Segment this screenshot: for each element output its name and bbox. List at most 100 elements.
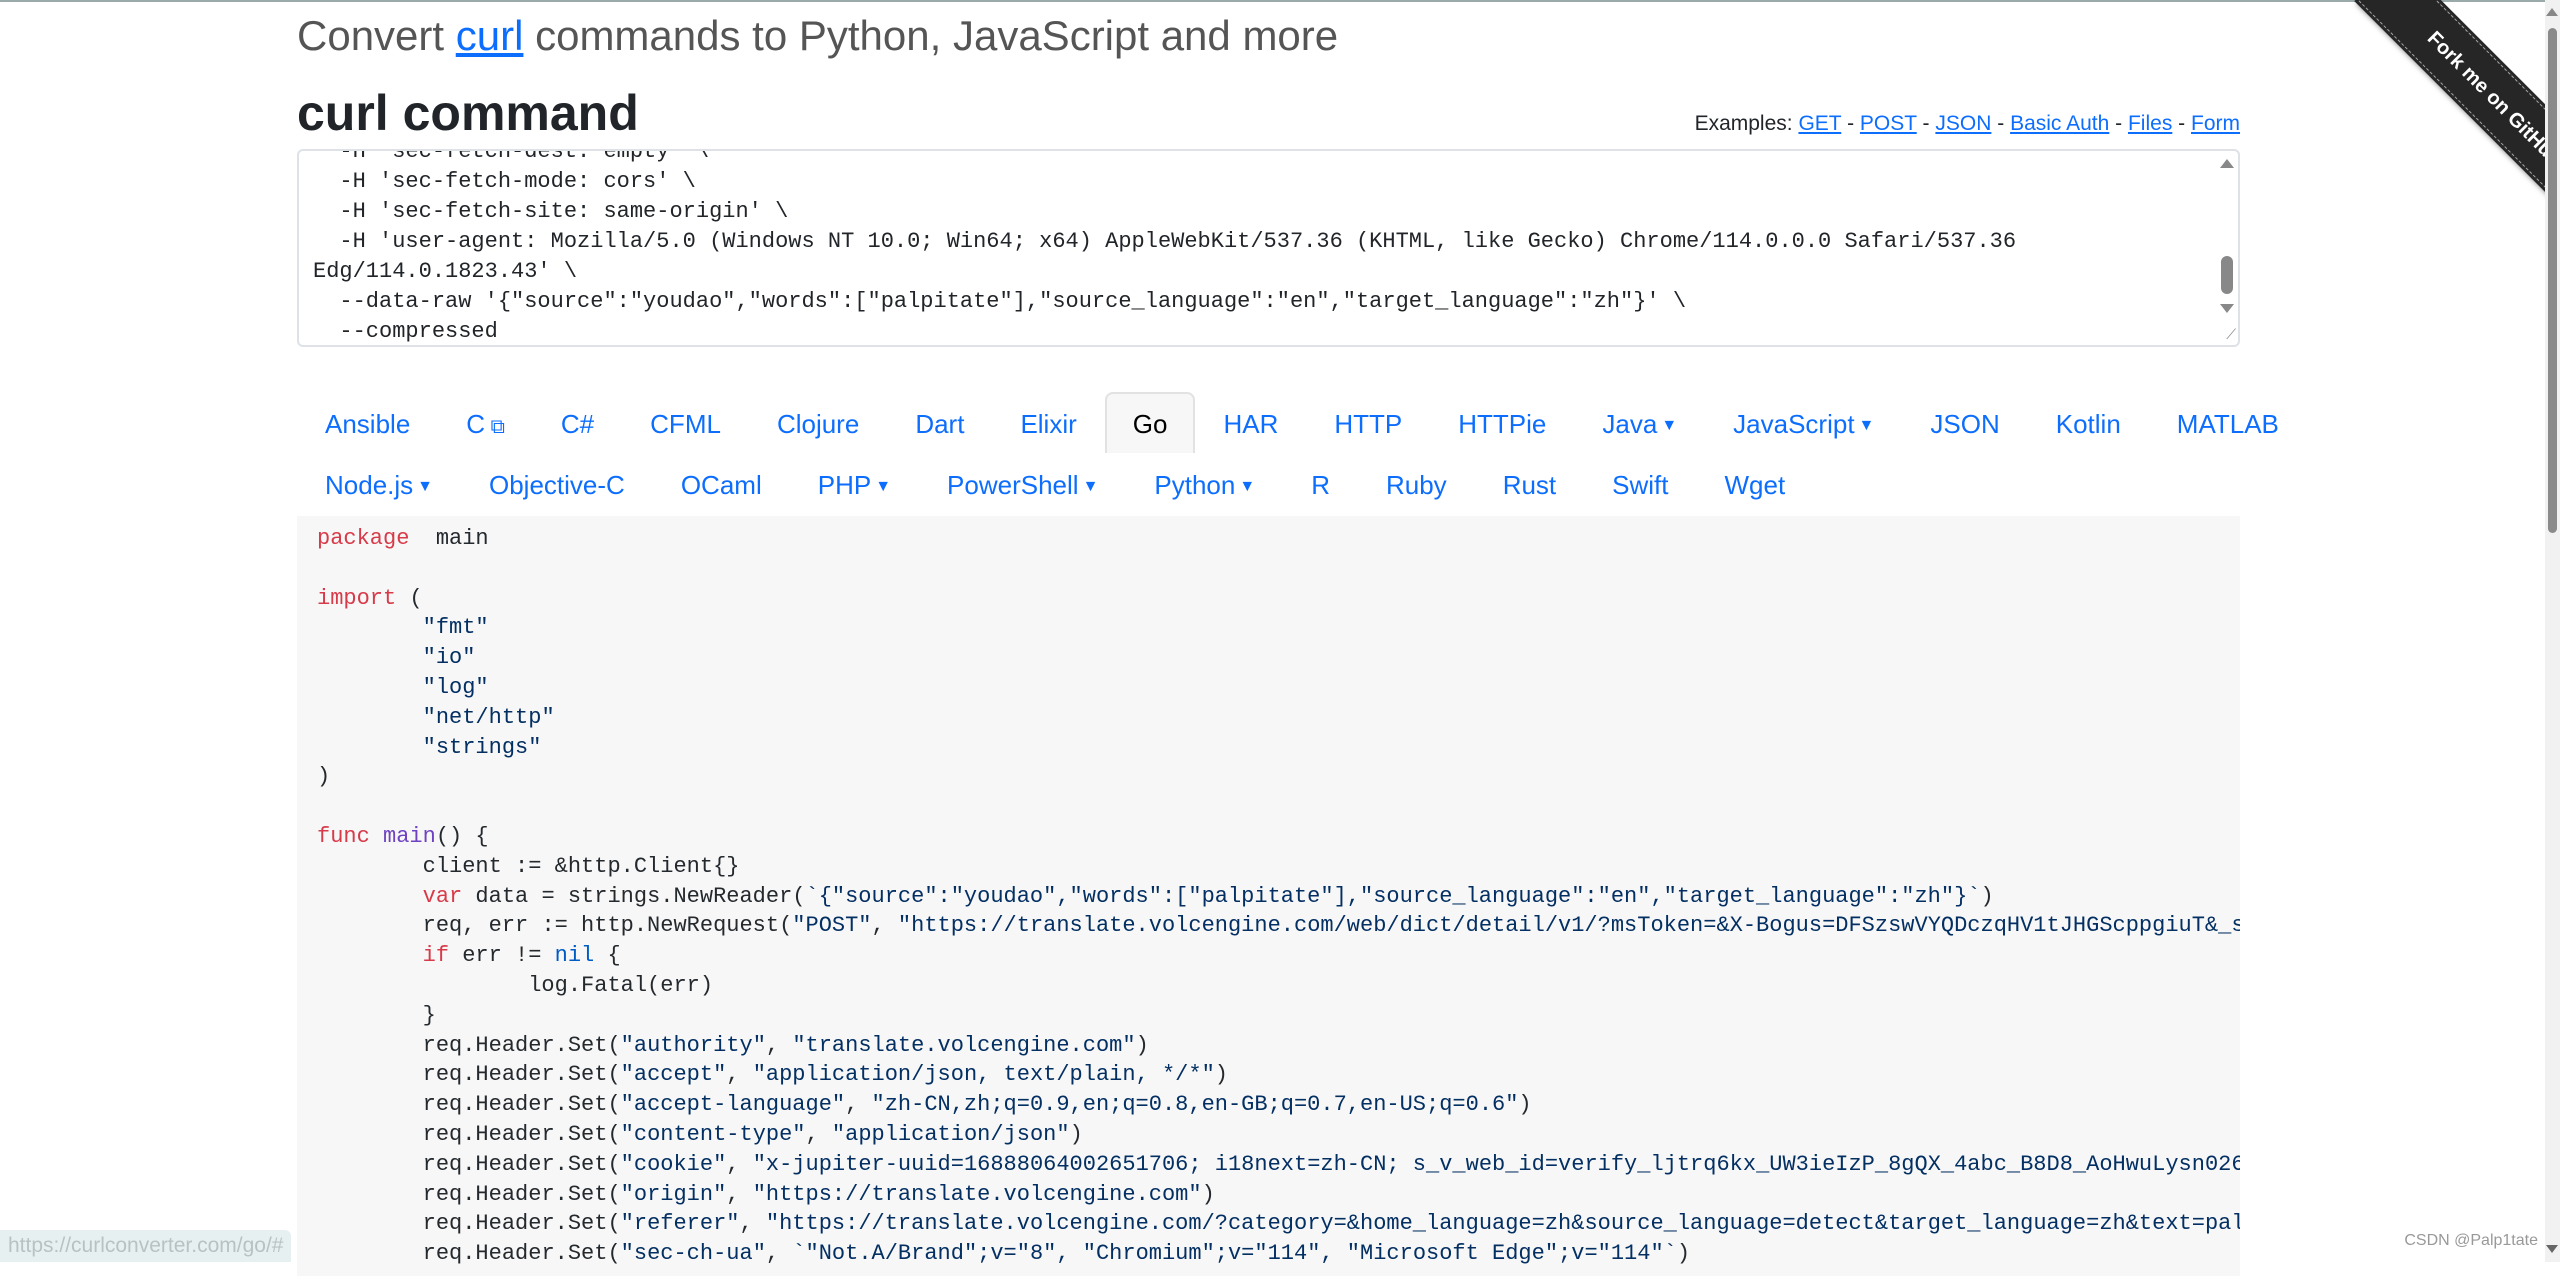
tab-label: C# [560, 409, 595, 439]
tab-har[interactable]: HAR [1195, 392, 1306, 453]
code-function: main [383, 823, 436, 849]
tab-powershell[interactable]: PowerShell ▼ [919, 453, 1126, 514]
code-text: req.Header.Set( [317, 1211, 621, 1237]
tab-swift[interactable]: Swift [1584, 453, 1696, 514]
tab-r[interactable]: R [1283, 453, 1358, 514]
code-line: "strings" [317, 733, 2240, 763]
tab-label: Python [1154, 470, 1236, 500]
code-string: "zh-CN,zh;q=0.9,en;q=0.8,en-GB;q=0.7,en-… [871, 1092, 1519, 1118]
example-link-form[interactable]: Form [2191, 112, 2240, 135]
tab-label: Rust [1502, 470, 1557, 500]
example-link-post[interactable]: POST [1860, 112, 1917, 135]
tab-c[interactable]: C ⧉ [438, 392, 533, 453]
code-keyword: var [422, 883, 463, 909]
resize-grip-icon[interactable]: ⟋ [2226, 326, 2236, 343]
tab-javascript[interactable]: JavaScript ▼ [1705, 392, 1902, 453]
tab-php[interactable]: PHP ▼ [790, 453, 919, 514]
tab-go[interactable]: Go [1104, 392, 1196, 453]
examples-separator: - [1841, 112, 1860, 135]
code-text: req.Header.Set( [317, 1032, 621, 1058]
page-title: Convert curl commands to Python, JavaScr… [297, 12, 1338, 60]
code-text: , [726, 1062, 753, 1088]
tab-cfml[interactable]: CFML [622, 392, 749, 453]
code-line: if err != nil { [317, 941, 2240, 971]
scroll-down-arrow-icon[interactable] [2546, 1245, 2558, 1253]
tab-ruby[interactable]: Ruby [1358, 453, 1475, 514]
example-link-basic-auth[interactable]: Basic Auth [2010, 112, 2109, 135]
example-link-json[interactable]: JSON [1935, 112, 1991, 135]
tab-label: PHP [817, 470, 872, 500]
language-tabs-row-1: Ansible C ⧉ C# CFML Clojure Dart Elixir Go HAR HT… [297, 392, 2279, 453]
scroll-up-arrow-icon[interactable] [2546, 8, 2558, 16]
tab-label: Swift [1612, 470, 1669, 500]
tab-httpie[interactable]: HTTPie [1430, 392, 1574, 453]
textarea-scrollbar[interactable] [2216, 151, 2238, 345]
caret-down-icon: ▼ [417, 478, 433, 495]
caret-down-icon: ▼ [875, 478, 892, 495]
example-link-files[interactable]: Files [2128, 112, 2172, 135]
tab-python[interactable]: Python ▼ [1126, 453, 1283, 514]
tab-c#[interactable]: C# [533, 392, 622, 453]
tab-ocaml[interactable]: OCaml [653, 453, 790, 514]
tab-label: C [466, 409, 486, 439]
example-link-get[interactable]: GET [1798, 112, 1841, 135]
tab-label: JavaScript [1733, 409, 1855, 439]
tab-node-js[interactable]: Node.js ▼ [297, 453, 461, 514]
scroll-down-arrow-icon[interactable] [2220, 304, 2234, 313]
tab-matlab[interactable]: MATLAB [2149, 392, 2307, 453]
code-text: ) [1069, 1121, 1083, 1147]
tab-rust[interactable]: Rust [1475, 453, 1584, 514]
examples-separator: - [2109, 112, 2128, 135]
code-string: "referer" [620, 1211, 740, 1237]
code-string: "content-type" [620, 1121, 806, 1147]
tab-kotlin[interactable]: Kotlin [2028, 392, 2149, 453]
page-scrollbar[interactable] [2545, 0, 2560, 1262]
github-ribbon[interactable]: Fork me on GitHub [2300, 0, 2545, 245]
curl-command-input[interactable]: -H 'sec-fetch-dest: empty' \ -H 'sec-fet… [297, 149, 2240, 347]
code-line: log.Fatal(err) [317, 971, 2240, 1001]
code-line: package main [317, 524, 2240, 554]
caret-down-icon: ▼ [1661, 417, 1678, 434]
code-string: "authority" [620, 1032, 766, 1058]
tab-java[interactable]: Java ▼ [1574, 392, 1705, 453]
code-line: "io" [317, 643, 2240, 673]
fork-me-on-github-link[interactable]: Fork me on GitHub [2356, 0, 2545, 245]
code-string: "sec-ch-ua" [620, 1241, 766, 1267]
scroll-up-arrow-icon[interactable] [2220, 159, 2234, 168]
code-line: client := &http.Client{} [317, 852, 2240, 882]
tab-ansible[interactable]: Ansible [297, 392, 438, 453]
tab-label: Kotlin [2055, 409, 2121, 439]
code-line: req.Header.Set("cookie", "x-jupiter-uuid… [317, 1150, 2240, 1180]
generated-code-panel: package main import ( "fmt" "io" "log" "n… [297, 516, 2240, 1276]
tab-clojure[interactable]: Clojure [749, 392, 887, 453]
tab-http[interactable]: HTTP [1306, 392, 1430, 453]
tab-label: Clojure [776, 409, 860, 439]
tab-json[interactable]: JSON [1902, 392, 2027, 453]
title-suffix: commands to Python, JavaScript and more [523, 12, 1339, 59]
page-scroll-thumb[interactable] [2548, 28, 2557, 533]
tab-elixir[interactable]: Elixir [992, 392, 1104, 453]
curl-command-line: -H 'sec-fetch-dest: empty' \ [313, 149, 710, 164]
textarea-scroll-thumb[interactable] [2221, 256, 2233, 294]
code-text: req.Header.Set( [317, 1121, 621, 1147]
code-text: { [594, 943, 621, 969]
code-string: "https://translate.volcengine.com/web/di… [897, 913, 2240, 939]
code-string: "https://translate.volcengine.com" [752, 1181, 1202, 1207]
tab-wget[interactable]: Wget [1697, 453, 1814, 514]
curl-command-text[interactable]: -H 'sec-fetch-dest: empty' \ -H 'sec-fet… [313, 149, 2016, 345]
code-string: `"Not.A/Brand";v="8", "Chromium";v="114"… [792, 1241, 1677, 1267]
tab-label: HAR [1223, 409, 1279, 439]
curl-link[interactable]: curl [456, 12, 524, 59]
code-string: "origin" [620, 1181, 727, 1207]
code-string: "log" [422, 674, 489, 700]
tab-objective-c[interactable]: Objective-C [461, 453, 653, 514]
code-text: ) [1135, 1032, 1149, 1058]
code-line: "fmt" [317, 613, 2240, 643]
tab-dart[interactable]: Dart [887, 392, 992, 453]
